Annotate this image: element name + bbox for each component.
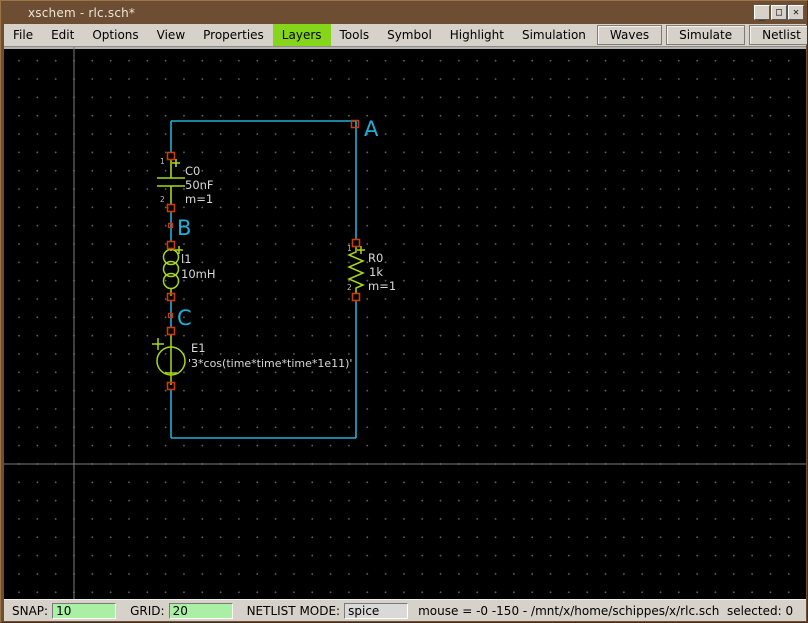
resistor-pin1-number: 1 xyxy=(347,244,352,253)
resistor-pin2-marker[interactable] xyxy=(351,292,361,302)
menu-bar: File Edit Options View Properties Layers… xyxy=(4,24,807,47)
menu-view[interactable]: View xyxy=(148,24,194,46)
netlist-button[interactable]: Netlist xyxy=(749,25,807,45)
node-label-a[interactable]: A xyxy=(364,117,379,141)
menu-tools[interactable]: Tools xyxy=(331,24,379,46)
minimize-button[interactable]: _ xyxy=(754,5,770,20)
capacitor-symbol[interactable]: 1 2 C0 50nF m=1 xyxy=(157,151,214,213)
resistor-pin1-marker[interactable] xyxy=(351,238,361,248)
source-plus-mark xyxy=(152,338,164,350)
node-label-b[interactable]: B xyxy=(177,216,191,240)
menu-edit[interactable]: Edit xyxy=(42,24,83,46)
capacitor-pin2-marker[interactable] xyxy=(166,203,176,213)
source-value-label[interactable]: '3*cos(time*time*time*1e11)' xyxy=(188,357,352,370)
voltage-source-symbol[interactable]: E1 '3*cos(time*time*time*1e11)' xyxy=(152,326,352,391)
inductor-symbol[interactable]: l1 10mH xyxy=(162,240,216,302)
resistor-ref-label[interactable]: R0 xyxy=(368,251,383,265)
netlist-mode-label: NETLIST MODE: xyxy=(246,603,341,618)
snap-label: SNAP: xyxy=(12,603,49,618)
capacitor-pin1-marker[interactable] xyxy=(166,151,176,161)
status-bar: SNAP: 10 GRID: 20 NETLIST MODE: spice mo… xyxy=(4,599,806,621)
menu-options[interactable]: Options xyxy=(83,24,147,46)
node-label-c[interactable]: C xyxy=(177,306,192,330)
capacitor-pin1-number: 1 xyxy=(160,157,165,166)
grid-input[interactable]: 20 xyxy=(168,602,233,619)
netlist-mode-input[interactable]: spice xyxy=(344,602,409,619)
source-pin1-marker[interactable] xyxy=(166,326,176,336)
mouse-coordinates-status: mouse = -0 -150 - /mnt/x/home/schippes/x… xyxy=(418,603,794,618)
capacitor-mult-label[interactable]: m=1 xyxy=(185,192,213,206)
snap-input[interactable]: 10 xyxy=(52,602,117,619)
menu-symbol[interactable]: Symbol xyxy=(378,24,441,46)
close-button[interactable]: ✕ xyxy=(788,5,804,20)
maximize-button[interactable]: □ xyxy=(771,5,787,20)
source-ref-label[interactable]: E1 xyxy=(191,341,206,355)
waves-button[interactable]: Waves xyxy=(596,25,663,45)
window-title: xschem - rlc.sch* xyxy=(28,5,136,20)
schematic-svg: 1 2 C0 50nF m=1 l1 10mH E1 '3*cos(time*t… xyxy=(4,47,806,599)
capacitor-value-label[interactable]: 50nF xyxy=(185,178,214,192)
grid-label: GRID: xyxy=(130,603,165,618)
resistor-mult-label[interactable]: m=1 xyxy=(368,279,396,293)
schematic-canvas[interactable]: 1 2 C0 50nF m=1 l1 10mH E1 '3*cos(time*t… xyxy=(4,47,806,599)
menu-file[interactable]: File xyxy=(4,24,42,46)
xschem-window: xschem - rlc.sch* _ □ ✕ File Edit Option… xyxy=(0,0,808,623)
capacitor-pin2-number: 2 xyxy=(160,195,165,204)
simulate-button[interactable]: Simulate xyxy=(666,25,746,45)
inductor-pin1-marker[interactable] xyxy=(166,240,176,250)
inductor-ref-label[interactable]: l1 xyxy=(181,252,192,266)
inductor-value-label[interactable]: 10mH xyxy=(181,267,215,281)
resistor-pin2-number: 2 xyxy=(347,283,352,292)
menu-simulation[interactable]: Simulation xyxy=(513,24,595,46)
resistor-value-label[interactable]: 1k xyxy=(369,265,383,279)
menu-properties[interactable]: Properties xyxy=(194,24,273,46)
title-bar[interactable]: xschem - rlc.sch* _ □ ✕ xyxy=(4,1,806,24)
resistor-symbol[interactable]: 1 2 R0 1k m=1 xyxy=(347,238,396,302)
menu-layers[interactable]: Layers xyxy=(272,24,331,46)
capacitor-ref-label[interactable]: C0 xyxy=(185,164,200,178)
menu-highlight[interactable]: Highlight xyxy=(441,24,513,46)
